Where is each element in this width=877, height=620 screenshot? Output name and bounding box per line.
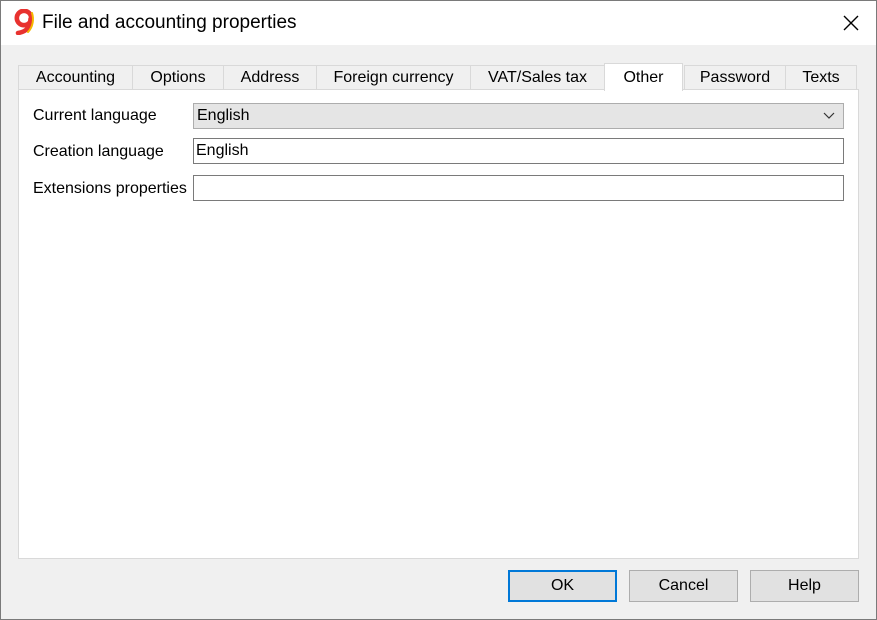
extensions-properties-field[interactable] [193,175,844,201]
extensions-properties-label: Extensions properties [33,180,187,197]
tab-address[interactable]: Address [223,65,317,89]
tab-options[interactable]: Options [132,65,224,89]
chevron-down-icon [823,112,835,119]
ok-button[interactable]: OK [508,570,617,602]
title-bar: File and accounting properties [1,1,876,45]
current-language-value: English [197,107,250,124]
window-title: File and accounting properties [42,12,297,33]
close-button[interactable] [827,1,875,45]
tab-password[interactable]: Password [684,65,786,89]
tab-other[interactable]: Other [604,63,683,91]
current-language-label: Current language [33,107,157,124]
tab-accounting[interactable]: Accounting [18,65,133,89]
close-icon [843,15,859,31]
cancel-button[interactable]: Cancel [629,570,738,602]
tab-foreign-currency[interactable]: Foreign currency [316,65,471,89]
tab-texts[interactable]: Texts [785,65,857,89]
creation-language-value: English [196,142,249,159]
tab-vat-sales-tax[interactable]: VAT/Sales tax [470,65,605,89]
current-language-select[interactable]: English [193,103,844,129]
properties-dialog: File and accounting properties Accountin… [0,0,877,620]
tab-panel-other: Current language English Creation langua… [18,89,859,559]
creation-language-field[interactable]: English [193,138,844,164]
banana-9-logo-icon [14,9,34,35]
help-button[interactable]: Help [750,570,859,602]
tab-bar: Accounting Options Address Foreign curre… [18,63,858,91]
creation-language-label: Creation language [33,143,164,160]
